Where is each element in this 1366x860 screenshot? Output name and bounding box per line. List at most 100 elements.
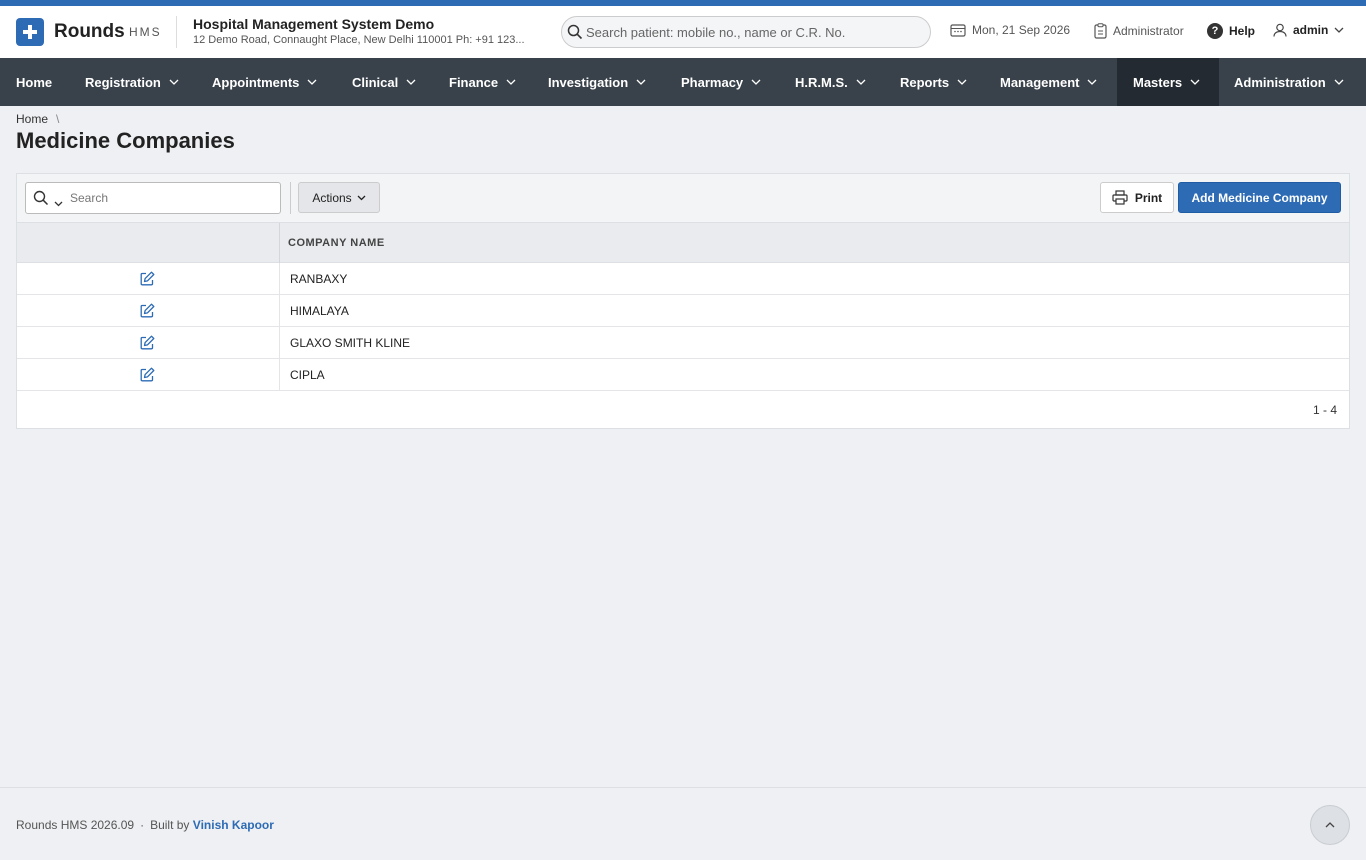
table-header: COMPANY NAME — [17, 223, 1349, 263]
printer-icon — [1112, 190, 1128, 205]
actions-label: Actions — [312, 190, 352, 205]
nav-finance[interactable]: Finance — [433, 58, 532, 106]
edit-icon[interactable] — [140, 335, 155, 355]
user-icon — [1273, 23, 1287, 37]
nav-label: Home — [16, 74, 53, 90]
page-footer: Rounds HMS 2026.09 · Built by Vinish Kapoo… — [0, 787, 1366, 860]
nav-clinical[interactable]: Clinical — [336, 58, 432, 106]
role-indicator[interactable]: Administrator — [1094, 23, 1184, 39]
chevron-down-icon — [856, 79, 866, 85]
nav-hrms[interactable]: H.R.M.S. — [779, 58, 882, 106]
breadcrumb: Home \ — [16, 112, 59, 126]
date-text: Mon, 21 Sep 2026 — [972, 23, 1071, 37]
help-link[interactable]: ? Help — [1207, 23, 1255, 39]
hospital-name: Hospital Management System Demo — [193, 16, 435, 32]
chevron-down-icon — [1334, 27, 1344, 33]
company-name-cell: HIMALAYA — [290, 304, 349, 318]
edit-icon[interactable] — [140, 271, 155, 291]
edit-icon[interactable] — [140, 367, 155, 387]
brand-name[interactable]: Rounds — [54, 21, 125, 43]
hospital-address: 12 Demo Road, Connaught Place, New Delhi… — [193, 34, 525, 46]
edit-icon[interactable] — [140, 303, 155, 323]
toolbar-divider — [290, 182, 291, 214]
nav-reports[interactable]: Reports — [884, 58, 983, 106]
nav-label: Administration — [1234, 74, 1326, 90]
nav-investigation[interactable]: Investigation — [532, 58, 662, 106]
nav-management[interactable]: Management — [984, 58, 1113, 106]
nav-pharmacy[interactable]: Pharmacy — [665, 58, 777, 106]
nav-label: Investigation — [548, 74, 629, 90]
footer-built-by: Built by — [150, 818, 190, 832]
nav-label: Appointments — [212, 74, 300, 90]
table-row: HIMALAYA — [17, 295, 1349, 327]
actions-button[interactable]: Actions — [298, 182, 380, 213]
company-name-cell: GLAXO SMITH KLINE — [290, 336, 411, 350]
chevron-down-icon — [751, 79, 761, 85]
help-icon: ? — [1207, 23, 1223, 39]
nav-registration[interactable]: Registration — [69, 58, 195, 106]
chevron-down-icon — [307, 79, 317, 85]
add-medicine-company-button[interactable]: Add Medicine Company — [1178, 182, 1341, 213]
chevron-down-icon — [506, 79, 516, 85]
nav-label: Registration — [85, 74, 161, 90]
search-icon — [33, 190, 49, 211]
app-header: Rounds HMS Hospital Management System De… — [0, 6, 1366, 58]
header-divider — [176, 16, 177, 48]
role-text: Administrator — [1113, 24, 1184, 38]
breadcrumb-separator: \ — [56, 112, 60, 126]
nav-appointments[interactable]: Appointments — [196, 58, 333, 106]
nav-label: Clinical — [352, 74, 399, 90]
brand-sub: HMS — [129, 25, 162, 39]
chevron-down-icon — [1190, 79, 1200, 85]
chevron-down-icon — [357, 195, 366, 200]
print-label: Print — [1134, 190, 1163, 205]
table-toolbar: Actions Print Add Medicine Company — [17, 174, 1349, 223]
table-search-box[interactable] — [25, 182, 281, 214]
patient-search-box[interactable] — [561, 16, 931, 48]
chevron-down-icon — [957, 79, 967, 85]
nav-label: H.R.M.S. — [795, 74, 848, 90]
company-name-cell: RANBAXY — [290, 272, 348, 286]
patient-search-input[interactable] — [586, 23, 916, 41]
footer-text: Rounds HMS 2026.09 · Built by Vinish Kapoo… — [16, 818, 274, 832]
table-row: CIPLA — [17, 359, 1349, 391]
clipboard-icon — [1094, 23, 1107, 39]
column-divider — [279, 223, 280, 263]
column-divider — [279, 295, 280, 327]
nav-label: Management — [1000, 74, 1080, 90]
chevron-down-icon — [406, 79, 416, 85]
table-row: RANBAXY — [17, 263, 1349, 295]
column-divider — [279, 359, 280, 391]
column-divider — [279, 263, 280, 295]
nav-label: Pharmacy — [681, 74, 744, 90]
user-menu[interactable]: admin — [1273, 23, 1344, 37]
breadcrumb-home[interactable]: Home — [16, 112, 48, 126]
scroll-to-top-button[interactable] — [1310, 805, 1350, 845]
nav-masters[interactable]: Masters — [1117, 58, 1219, 106]
footer-author-link[interactable]: Vinish Kapoor — [193, 818, 274, 832]
table-row: GLAXO SMITH KLINE — [17, 327, 1349, 359]
page-title: Medicine Companies — [16, 128, 235, 153]
chevron-down-icon — [636, 79, 646, 85]
column-divider — [279, 327, 280, 359]
search-icon — [567, 24, 583, 45]
footer-separator: · — [140, 818, 145, 832]
logo-icon[interactable] — [16, 18, 44, 46]
chevron-down-icon — [169, 79, 179, 85]
chevron-down-icon[interactable] — [54, 194, 63, 212]
main-navbar: Home Registration Appointments Clinical … — [0, 58, 1366, 106]
chevron-down-icon — [1088, 79, 1097, 85]
calendar-icon — [950, 24, 966, 37]
nav-label: Reports — [900, 74, 950, 90]
nav-home[interactable]: Home — [0, 58, 68, 106]
company-name-cell: CIPLA — [290, 368, 325, 382]
column-header-company-name[interactable]: COMPANY NAME — [288, 237, 385, 249]
user-name: admin — [1293, 23, 1329, 37]
chevron-down-icon — [1334, 79, 1344, 85]
print-button[interactable]: Print — [1100, 182, 1174, 213]
nav-label: Masters — [1133, 74, 1183, 90]
table-search-input[interactable] — [70, 190, 270, 206]
pagination-summary: 1 - 4 — [1312, 403, 1337, 417]
current-date: Mon, 21 Sep 2026 — [950, 23, 1070, 37]
nav-administration[interactable]: Administration — [1218, 58, 1360, 106]
